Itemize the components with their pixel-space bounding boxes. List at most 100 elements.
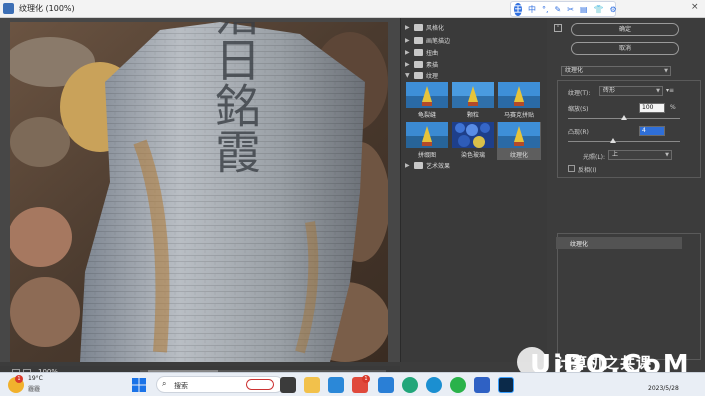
category-artistic[interactable]: ▶ 艺术效果 [405,160,450,171]
scaling-unit: % [670,104,676,111]
light-label: 光照(L): [583,154,606,161]
relief-label: 凸现(R) [568,129,589,136]
preview-area: 落日銘霞 100% [0,18,400,380]
cancel-button[interactable]: 取消 [571,42,679,55]
filter-select-value: 纹理化 [565,67,584,74]
weather-badge: 1 [15,375,23,383]
thumbnail-image [498,82,540,108]
folder-icon [414,49,423,56]
search-placeholder: 搜索 [174,382,188,390]
thumbnail-image [452,82,494,108]
mail-icon[interactable] [378,377,394,393]
start-button[interactable] [131,377,147,393]
texture-menu-icon[interactable]: ▾≡ [666,87,674,94]
effect-layer-row[interactable]: 纹理化 [556,237,682,249]
effect-layer-name: 纹理化 [570,241,589,248]
file-explorer-icon[interactable] [304,377,320,393]
ime-logo-icon[interactable]: 王 [514,2,522,16]
photoshop-icon[interactable] [498,377,514,393]
chevron-right-icon: ▶ [405,24,410,31]
filter-gallery: ▶ 风格化 ▶ 画笔描边 ▶ 扭曲 ▶ 素描 ▼ 纹理 龟裂缝 颗粒 马赛克拼贴 拼缀图 [400,18,547,362]
category-texture[interactable]: ▼ 纹理 [405,70,438,81]
scaling-label: 缩放(S) [568,106,589,113]
thumbnail-label: 染色玻璃 [460,152,485,159]
thumb-mosaic-tiles[interactable]: 马赛克拼贴 [497,82,541,120]
ime-skin-icon[interactable]: 👕 [594,5,604,14]
folder-icon [414,37,423,44]
chevron-down-icon: ▼ [665,152,669,158]
weather-description[interactable]: 霾霾 [28,384,40,393]
invert-label: 反相(I) [578,167,597,174]
scaling-input[interactable]: 100 [639,103,665,113]
app-badge: 1 [362,375,370,383]
thumb-grain[interactable]: 颗粒 [451,82,495,120]
effect-layers-panel [557,233,701,360]
ime-tools-icon[interactable]: ✂ [567,5,574,14]
ime-keyboard-icon[interactable]: ▤ [580,5,588,14]
photoshop-app-icon [3,3,14,14]
thumb-stained-glass[interactable]: 染色玻璃 [451,122,495,160]
word-icon[interactable] [474,377,490,393]
folder-icon [414,162,423,169]
chrome-icon[interactable] [402,377,418,393]
thumb-craquelure[interactable]: 龟裂缝 [405,82,449,120]
edge-icon[interactable] [426,377,442,393]
clock-date[interactable]: 2023/5/28 [648,385,679,392]
texturizer-options: 纹理(T): 砖形 ▼ ▾≡ 缩放(S) 100 % 凸现(R) 4 光照(L):… [557,80,701,178]
folder-open-icon [414,72,423,79]
category-distort[interactable]: ▶ 扭曲 [405,47,438,58]
chevron-down-icon: ▼ [664,68,668,74]
thumbnail-label: 颗粒 [466,112,479,119]
category-stylize[interactable]: ▶ 风格化 [405,22,444,33]
rock-photo: 落日銘霞 [10,22,388,362]
light-select[interactable]: 上 ▼ [608,150,672,160]
settings-panel: ⌃ 确定 取消 纹理化 ▼ 纹理(T): 砖形 ▼ ▾≡ 缩放(S) 100 % 凸… [547,18,705,362]
ime-language-toggle[interactable]: 中 [528,4,536,15]
category-label: 画笔描边 [426,38,451,45]
chevron-right-icon: ▶ [405,162,410,169]
stone-inscription: 落日銘霞 [208,22,262,174]
light-select-value: 上 [612,151,619,158]
category-sketch[interactable]: ▶ 素描 [405,59,438,70]
relief-slider-knob[interactable] [609,138,616,143]
thumb-texturizer[interactable]: 纹理化 [497,122,541,160]
ime-settings-icon[interactable]: ⚙ [609,5,616,14]
store-icon[interactable] [328,377,344,393]
close-button[interactable]: × [691,2,699,12]
scaling-slider-knob[interactable] [621,115,627,120]
weather-temperature[interactable]: 19°C [28,375,43,382]
folder-icon [414,24,423,31]
ime-punctuation-icon[interactable]: °, [542,5,549,14]
texture-label: 纹理(T): [568,90,591,97]
wechat-icon[interactable] [450,377,466,393]
thumbnail-image [406,82,448,108]
ime-handwriting-icon[interactable]: ✎ [555,5,562,14]
relief-slider[interactable] [568,141,680,142]
chevron-down-icon: ▼ [656,88,660,94]
thumb-patchwork[interactable]: 拼缀图 [405,122,449,160]
category-label: 素描 [426,62,439,69]
search-highlight-icon[interactable] [246,379,274,390]
category-label: 扭曲 [426,50,439,57]
ime-toolbar[interactable]: 王 中 °, ✎ ✂ ▤ 👕 ⚙ [510,1,617,17]
window-title: 纹理化 (100%) [19,4,75,13]
folder-icon [414,61,423,68]
windows-taskbar: 1 19°C 霾霾 ⌕ 搜索 1 2023/5/28 [0,372,705,396]
chevron-right-icon: ▶ [405,37,410,44]
category-label: 风格化 [426,25,445,32]
ok-button[interactable]: 确定 [571,23,679,36]
texture-select[interactable]: 砖形 ▼ [599,86,663,96]
preview-image[interactable]: 落日銘霞 [10,22,388,362]
collapse-gallery-icon[interactable]: ⌃ [554,24,562,32]
invert-checkbox[interactable] [568,165,575,172]
relief-input[interactable]: 4 [639,126,665,136]
chevron-down-icon: ▼ [405,72,410,79]
thumbnail-label: 纹理化 [509,152,528,159]
texture-select-value: 砖形 [603,87,616,94]
thumbnail-label: 龟裂缝 [417,112,436,119]
thumbnail-image [406,122,448,148]
category-brush-strokes[interactable]: ▶ 画笔描边 [405,35,450,46]
task-view-icon[interactable] [280,377,296,393]
filter-select[interactable]: 纹理化 ▼ [561,66,671,76]
thumbnail-image [498,122,540,148]
